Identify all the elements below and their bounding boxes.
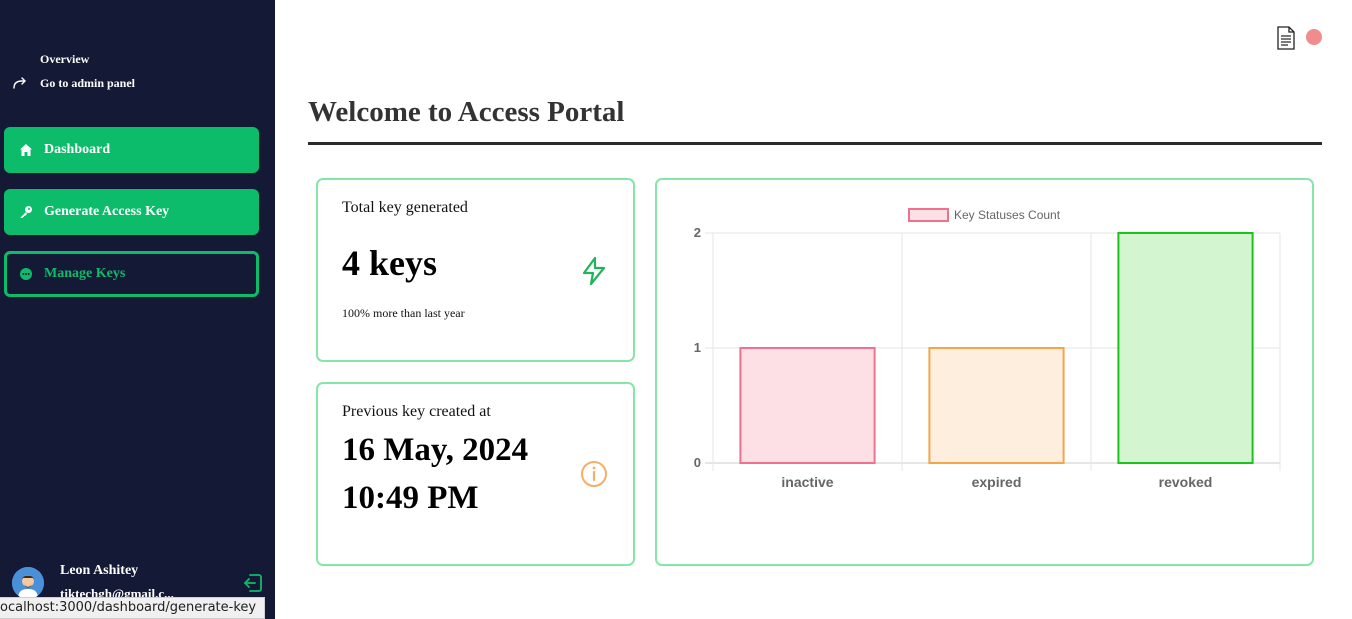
- sidebar-item-label: Manage Keys: [44, 266, 126, 281]
- logout-icon[interactable]: [242, 572, 264, 594]
- total-keys-label: Total key generated: [342, 199, 468, 216]
- sidebar: Overview Go to admin panel Dashboard Gen…: [0, 0, 275, 619]
- sidebar-item-label: Dashboard: [44, 142, 111, 157]
- dots-circle-icon: [18, 266, 34, 282]
- redirect-arrow-icon: [13, 77, 26, 89]
- bar-revoked: [1117, 232, 1254, 464]
- overview-link[interactable]: Overview: [40, 52, 89, 67]
- key-status-chart: 0 1 2 inactive expired revoked Key Statuses Co…: [694, 208, 1281, 490]
- status-bar-url: ocalhost:3000/dashboard/generate-key: [0, 597, 266, 619]
- bar-inactive: [739, 347, 876, 464]
- x-tick-label: inactive: [781, 474, 833, 490]
- total-keys-note: 100% more than last year: [342, 306, 465, 320]
- bar-expired: [928, 347, 1065, 464]
- previous-key-date: 16 May, 2024: [342, 432, 529, 468]
- legend-swatch: [908, 208, 949, 222]
- previous-key-label: Previous key created at: [342, 403, 491, 420]
- page-title: Welcome to Access Portal: [308, 96, 625, 128]
- x-tick-label: expired: [972, 474, 1022, 490]
- avatar: [12, 567, 44, 599]
- sidebar-item-label: Generate Access Key: [44, 204, 170, 219]
- home-icon: [18, 142, 34, 158]
- document-icon[interactable]: [1276, 26, 1296, 50]
- title-divider: [308, 142, 1322, 145]
- key-icon: [18, 204, 34, 220]
- total-keys-value: 4 keys: [342, 243, 438, 283]
- sidebar-item-manage-keys[interactable]: Manage Keys: [4, 251, 259, 297]
- bolt-icon: [582, 256, 606, 286]
- sidebar-item-dashboard[interactable]: Dashboard: [4, 127, 259, 173]
- previous-key-time: 10:49 PM: [342, 480, 479, 516]
- sidebar-item-generate-key[interactable]: Generate Access Key: [4, 189, 259, 235]
- y-tick-label: 0: [694, 455, 701, 470]
- x-tick-label: revoked: [1159, 474, 1213, 490]
- chart-card: 0 1 2 inactive expired revoked Key Statuses Co…: [655, 178, 1314, 566]
- legend-label: Key Statuses Count: [954, 208, 1061, 222]
- admin-panel-link[interactable]: Go to admin panel: [40, 76, 135, 91]
- y-tick-label: 2: [694, 225, 701, 240]
- previous-key-card: Previous key created at 16 May, 2024 10:…: [316, 382, 635, 566]
- total-keys-card: Total key generated 4 keys 100% more tha…: [316, 178, 635, 362]
- y-tick-label: 1: [694, 340, 701, 355]
- red-dot-icon[interactable]: [1306, 29, 1322, 45]
- user-name: Leon Ashitey: [60, 563, 139, 578]
- info-icon: [581, 461, 607, 487]
